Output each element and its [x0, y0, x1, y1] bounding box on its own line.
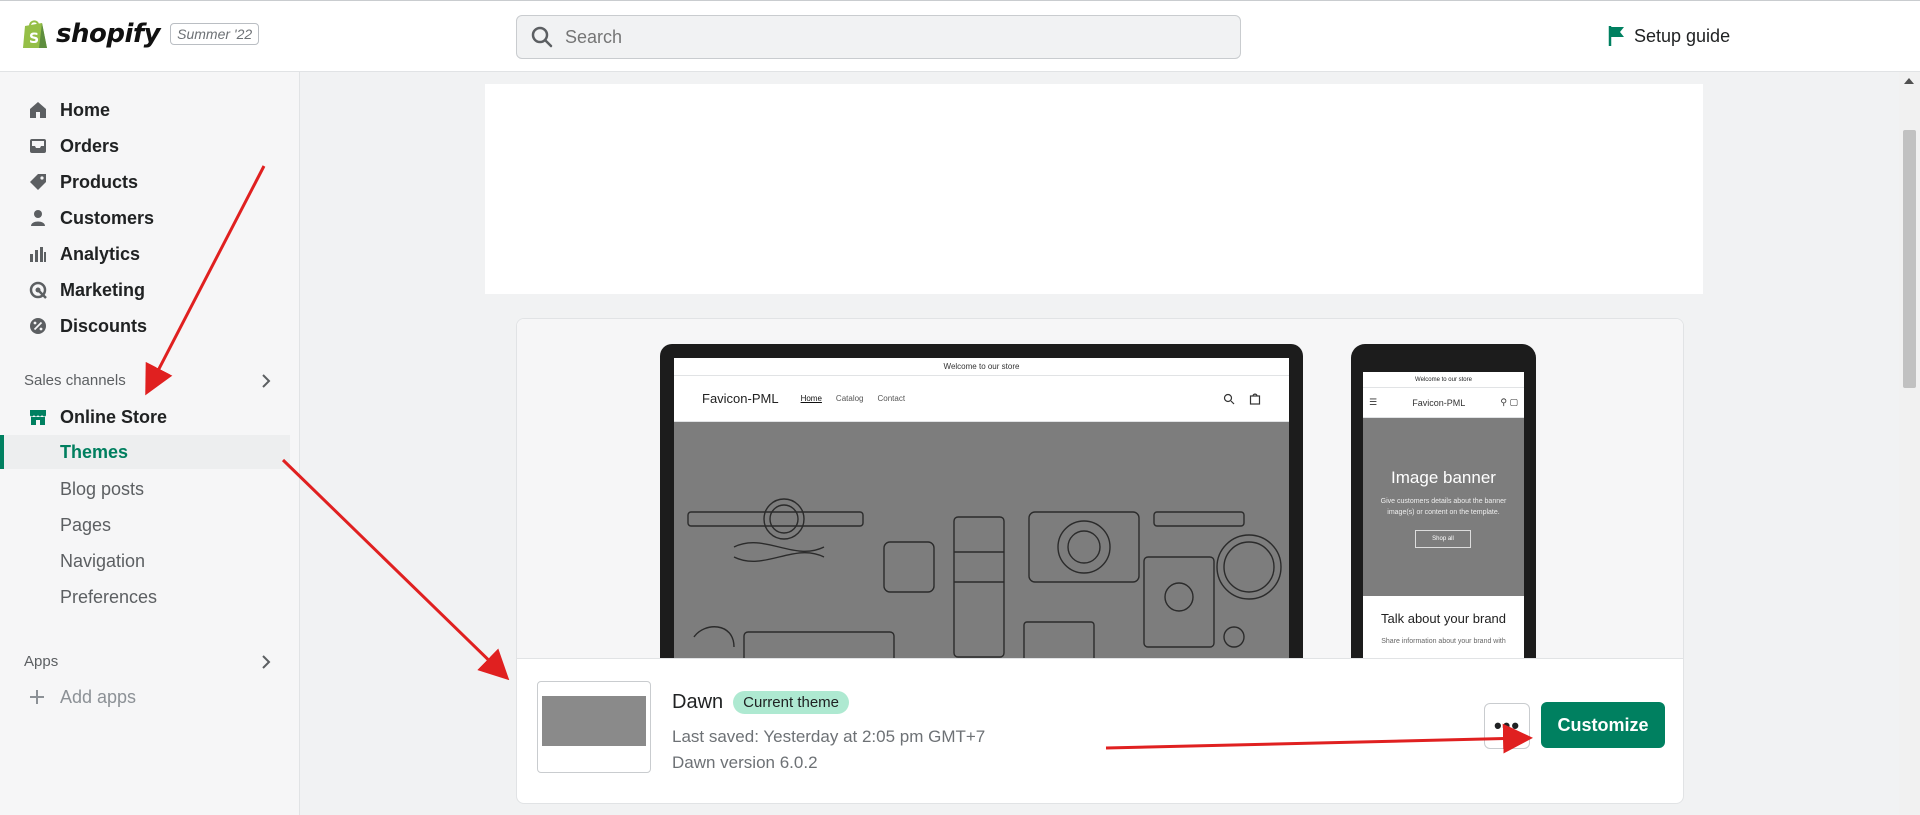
mobile-store-header: ☰ Favicon-PML ⚲ ▢	[1363, 388, 1524, 418]
sidebar-item-analytics[interactable]: Analytics	[0, 238, 290, 270]
sidebar-subitem-blog-posts[interactable]: Blog posts	[0, 472, 290, 506]
sidebar-item-label: Home	[60, 99, 111, 120]
announcement-bar: Welcome to our store	[674, 358, 1289, 376]
search-icon	[1223, 393, 1235, 404]
mobile-image-banner: Image banner Give customers details abou…	[1363, 418, 1524, 596]
scroll-up-arrow-icon[interactable]	[1904, 78, 1914, 84]
sidebar-item-discounts[interactable]: Discounts	[0, 310, 290, 342]
store-header: Favicon-PML Home Catalog Contact	[674, 376, 1289, 422]
current-theme-badge: Current theme	[733, 691, 850, 714]
sidebar-item-products[interactable]: Products	[0, 166, 290, 198]
shopify-logo[interactable]: S shopify Summer '22	[20, 17, 260, 51]
person-icon	[28, 208, 48, 228]
sidebar-item-label: Products	[60, 171, 139, 192]
theme-info-row: Dawn Current theme Last saved: Yesterday…	[517, 659, 1683, 803]
desktop-preview: Welcome to our store Favicon-PML Home Ca…	[660, 344, 1303, 658]
add-apps-label: Add apps	[60, 686, 137, 707]
sidebar-item-label: Online Store	[60, 406, 168, 427]
setup-guide-label: Setup guide	[1634, 25, 1731, 46]
sidebar-item-home[interactable]: Home	[0, 94, 290, 126]
sidebar-item-orders[interactable]: Orders	[0, 130, 290, 162]
sales-channels-label: Sales channels	[24, 372, 126, 389]
mobile-info-text: Share information about your brand with	[1381, 638, 1506, 646]
sidebar-item-customers[interactable]: Customers	[0, 202, 290, 234]
illustration-image	[687, 498, 1282, 658]
sidebar-item-label: Marketing	[60, 279, 146, 300]
blank-card	[485, 84, 1703, 294]
banner-button: Shop all	[1415, 530, 1471, 548]
store-name: Favicon-PML	[1412, 397, 1466, 408]
cart-icon	[1249, 393, 1261, 405]
search-cart-icons: ⚲ ▢	[1500, 397, 1518, 407]
bar-chart-icon	[28, 244, 48, 264]
home-icon	[28, 100, 48, 120]
target-icon	[28, 280, 48, 300]
flag-icon	[1608, 26, 1624, 46]
hero-banner-image	[674, 422, 1289, 658]
theme-preview[interactable]: Welcome to our store Favicon-PML Home Ca…	[517, 319, 1683, 659]
apps-label: Apps	[24, 653, 59, 670]
sidebar-item-label: Orders	[60, 135, 120, 156]
mobile-talk-heading: Talk about your brand	[1380, 611, 1507, 626]
theme-name: Dawn	[672, 691, 724, 713]
brand-name: shopify	[56, 19, 161, 49]
store-link-catalog: Catalog	[835, 394, 864, 403]
setup-guide-button[interactable]: Setup guide	[1608, 25, 1730, 47]
sidebar-item-label: Analytics	[60, 243, 141, 264]
sidebar: Home Orders Products Customers Analytics…	[0, 72, 300, 815]
store-link-home: Home	[800, 394, 822, 403]
chevron-right-icon[interactable]	[258, 654, 274, 670]
theme-title: Dawn Current theme	[672, 691, 850, 714]
shopify-bag-icon: S	[23, 20, 47, 48]
add-apps-button[interactable]: Add apps	[28, 681, 136, 713]
search-input[interactable]	[565, 26, 1165, 48]
main-content: Welcome to our store Favicon-PML Home Ca…	[300, 72, 1900, 815]
sidebar-item-online-store[interactable]: Online Store	[0, 401, 290, 433]
store-link-contact: Contact	[877, 394, 906, 403]
top-bar: S shopify Summer '22 Setup guide	[0, 0, 1920, 72]
chevron-right-icon[interactable]	[258, 373, 274, 389]
store-name: Favicon-PML	[702, 391, 779, 406]
tag-icon	[28, 172, 48, 192]
mobile-preview: Welcome to our store ☰ Favicon-PML ⚲ ▢ I…	[1351, 344, 1536, 658]
sidebar-subitem-themes[interactable]: Themes	[0, 435, 290, 469]
customize-button[interactable]: Customize	[1541, 702, 1665, 748]
announcement-bar: Welcome to our store	[1363, 372, 1524, 388]
sidebar-item-label: Discounts	[60, 315, 148, 336]
menu-icon: ☰	[1369, 397, 1378, 407]
svg-text:S: S	[29, 31, 39, 47]
sidebar-subitem-preferences[interactable]: Preferences	[0, 580, 290, 614]
sidebar-subitem-pages[interactable]: Pages	[0, 508, 290, 542]
search-icon	[531, 26, 553, 48]
sidebar-item-label: Customers	[60, 207, 155, 228]
banner-title: Image banner	[1391, 468, 1496, 487]
edition-badge: Summer '22	[170, 23, 260, 45]
scroll-thumb[interactable]	[1903, 130, 1916, 388]
theme-version: Dawn version 6.0.2	[672, 753, 818, 772]
page-scrollbar[interactable]	[1899, 72, 1920, 815]
sidebar-item-marketing[interactable]: Marketing	[0, 274, 290, 306]
sidebar-subitem-navigation[interactable]: Navigation	[0, 544, 290, 578]
theme-last-saved: Last saved: Yesterday at 2:05 pm GMT+7	[672, 727, 986, 746]
banner-text: Give customers details about the banner …	[1380, 498, 1507, 517]
theme-thumbnail	[537, 681, 651, 773]
store-icon	[28, 407, 48, 427]
search-bar[interactable]	[516, 15, 1241, 59]
plus-icon	[30, 690, 44, 704]
current-theme-card: Welcome to our store Favicon-PML Home Ca…	[516, 318, 1684, 804]
discount-icon	[28, 316, 48, 336]
orders-icon	[28, 136, 48, 156]
more-actions-button[interactable]: •••	[1484, 703, 1530, 749]
